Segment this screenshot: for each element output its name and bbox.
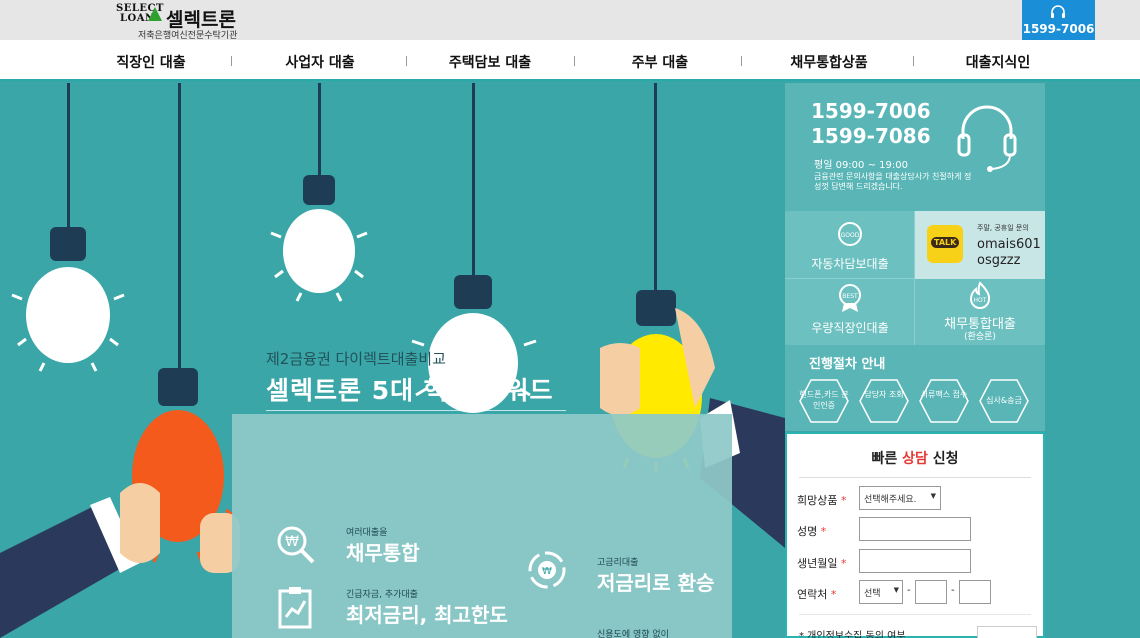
product-label: 우량직장인대출: [811, 321, 889, 335]
bulb-wire: [472, 83, 475, 278]
kakao-id-2: osgzzz: [977, 253, 1021, 268]
clipboard-chart-icon: [278, 587, 312, 629]
product-select[interactable]: 선택해주세요. ▼: [859, 486, 941, 510]
birthdate-input[interactable]: [859, 549, 971, 573]
chevron-down-icon: ▼: [893, 586, 899, 594]
phone-last-input[interactable]: [959, 580, 991, 604]
hot-flame-icon: HOT: [969, 281, 991, 309]
kakao-header: 주말, 공휴일 문의: [977, 224, 1029, 232]
best-badge-icon: BEST: [839, 284, 861, 312]
process-step: 담당자 조회: [859, 379, 909, 423]
name-input[interactable]: [859, 517, 971, 541]
svg-text:GOOD: GOOD: [841, 232, 860, 239]
phone-dash: -: [907, 585, 911, 596]
header-phone-button[interactable]: 1599-7006: [1022, 0, 1095, 40]
lightbulb-icon: [270, 175, 368, 302]
product-worker-loan[interactable]: BEST 우량직장인대출: [785, 279, 915, 345]
nav-divider: [574, 56, 575, 66]
nav-item-mortgage-loan[interactable]: 주택담보 대출: [449, 52, 531, 72]
kakao-talk-icon: TALK: [927, 225, 963, 263]
keyword-big: 채무통합: [346, 541, 420, 565]
bulb-wire: [178, 83, 181, 373]
process-step: 서류팩스 접수: [919, 379, 969, 423]
hero-banner: 제2금융권 다이렉트대출비교 셀렉트론 5대 핵심 키워드 ₩ 여러대출을 채무…: [0, 83, 785, 638]
product-sublabel: (환승론): [964, 332, 996, 342]
won-search-icon: ₩: [277, 526, 315, 564]
nav-item-housewife-loan[interactable]: 주부 대출: [632, 52, 688, 72]
panel-divider: [266, 410, 566, 411]
product-car-loan[interactable]: GOOD 자동차담보대출: [785, 211, 915, 279]
product-grid: GOOD 자동차담보대출 TALK 주말, 공휴일 문의 omais601 os…: [785, 211, 1045, 345]
good-badge-icon: GOOD: [838, 222, 862, 246]
nav-item-loan-knowledge[interactable]: 대출지식인: [966, 52, 1030, 72]
panel-subtitle: 제2금융권 다이렉트대출비교: [266, 350, 446, 368]
phone-dash: -: [951, 585, 955, 596]
keyword-small: 신용도에 영향 없이: [597, 630, 669, 638]
nav-item-business-loan[interactable]: 사업자 대출: [285, 52, 354, 72]
nav-divider: [406, 56, 407, 66]
product-debt-loan[interactable]: HOT 채무통합대출 (환승론): [915, 279, 1045, 345]
process-guide: 진행절차 안내 핸드폰,카드 본인인증 담당자 조회 서류팩스 접수 심사&송금: [785, 345, 1045, 431]
privacy-consent-label: * 개인정보수집 동의 여부: [799, 631, 906, 638]
form-divider: [799, 614, 1031, 615]
panel-title: 셀렉트론 5대 핵심 키워드: [266, 376, 554, 405]
kakao-id-1: omais601: [977, 237, 1041, 252]
keyword-big: 저금리로 환승: [597, 571, 715, 595]
business-hours: 평일 09:00 ~ 19:00: [814, 160, 908, 171]
contact-phone-2[interactable]: 1599-7086: [811, 124, 931, 148]
svg-text:HOT: HOT: [974, 297, 987, 304]
headset-icon: [957, 105, 1017, 172]
svg-text:BEST: BEST: [842, 293, 858, 300]
left-hand-illustration: [0, 483, 240, 638]
nav-divider: [231, 56, 232, 66]
kakao-talk-box[interactable]: TALK 주말, 공휴일 문의 omais601 osgzzz: [915, 211, 1045, 279]
top-bar: SELECT LOAN 셀렉트론 저축은행여신전문수탁기관 1599-7006: [0, 0, 1140, 42]
process-step: 심사&송금: [979, 379, 1029, 423]
sidebar: 1599-7006 1599-7086 평일 09:00 ~ 19:00 금융관…: [785, 83, 1045, 638]
phone-prefix-select[interactable]: 선택 ▼: [859, 580, 903, 604]
keyword-big: 최저금리, 최고한도: [346, 603, 508, 627]
name-field-label: 성명 *: [797, 525, 827, 538]
privacy-consent-select[interactable]: [977, 626, 1037, 638]
form-divider: [799, 477, 1031, 478]
product-label: 자동차담보대출: [811, 257, 889, 271]
contact-phone-1[interactable]: 1599-7006: [811, 99, 931, 123]
header-phone-number: 1599-7006: [1022, 22, 1095, 36]
phone-middle-input[interactable]: [915, 580, 947, 604]
lightbulb-icon: [11, 227, 125, 372]
logo-arrow-icon: [148, 7, 162, 21]
process-title: 진행절차 안내: [809, 357, 886, 372]
right-background: [1045, 83, 1140, 638]
nav-divider: [741, 56, 742, 66]
bulb-wire: [654, 83, 657, 298]
contact-description: 금융관련 문의사항을 대출상담사가 친절하게 정성껏 답변해 드리겠습니다.: [814, 172, 972, 191]
bulb-wire: [318, 83, 321, 178]
process-step: 핸드폰,카드 본인인증: [799, 379, 849, 423]
phone-field-label: 연락처 *: [797, 588, 837, 601]
chevron-down-icon: ▼: [930, 492, 936, 500]
birthdate-field-label: 생년월일 *: [797, 557, 847, 570]
nav-divider: [913, 56, 914, 66]
exchange-won-icon: ₩: [528, 551, 566, 589]
form-title: 빠른 상담 신청: [871, 451, 959, 467]
logo[interactable]: SELECT LOAN 셀렉트론 저축은행여신전문수탁기관: [116, 4, 246, 42]
contact-box: 1599-7006 1599-7086 평일 09:00 ~ 19:00 금융관…: [785, 83, 1045, 211]
svg-text:₩: ₩: [542, 566, 552, 577]
svg-text:₩: ₩: [285, 534, 299, 550]
headset-icon: [1051, 5, 1065, 18]
product-field-label: 희망상품 *: [797, 494, 847, 507]
nav-item-office-worker-loan[interactable]: 직장인 대출: [116, 52, 185, 72]
bulb-wire: [67, 83, 70, 233]
main-nav: 직장인 대출 사업자 대출 주택담보 대출 주부 대출 채무통합상품 대출지식인: [0, 40, 1140, 81]
quick-consult-form: 빠른 상담 신청 희망상품 * 선택해주세요. ▼ 성명 * 생년월일 * 연락처…: [785, 432, 1045, 638]
nav-item-debt-consolidation[interactable]: 채무통합상품: [790, 52, 867, 72]
